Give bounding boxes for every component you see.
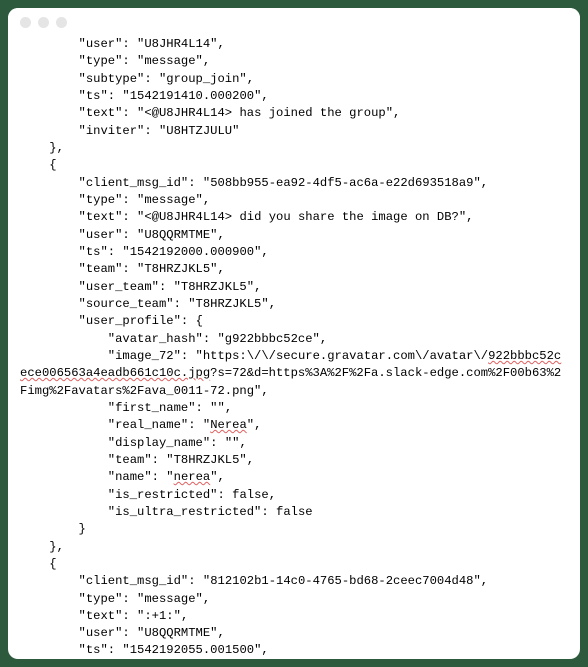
close-icon[interactable] [20, 17, 31, 28]
maximize-icon[interactable] [56, 17, 67, 28]
window-titlebar [8, 8, 580, 36]
spellcheck-underline: Nerea [210, 418, 247, 432]
code-window: "user": "U8JHR4L14", "type": "message", … [8, 8, 580, 659]
code-content: "user": "U8JHR4L14", "type": "message", … [8, 36, 580, 659]
minimize-icon[interactable] [38, 17, 49, 28]
json-code: "user": "U8JHR4L14", "type": "message", … [20, 36, 568, 659]
spellcheck-underline: nerea [174, 470, 211, 484]
